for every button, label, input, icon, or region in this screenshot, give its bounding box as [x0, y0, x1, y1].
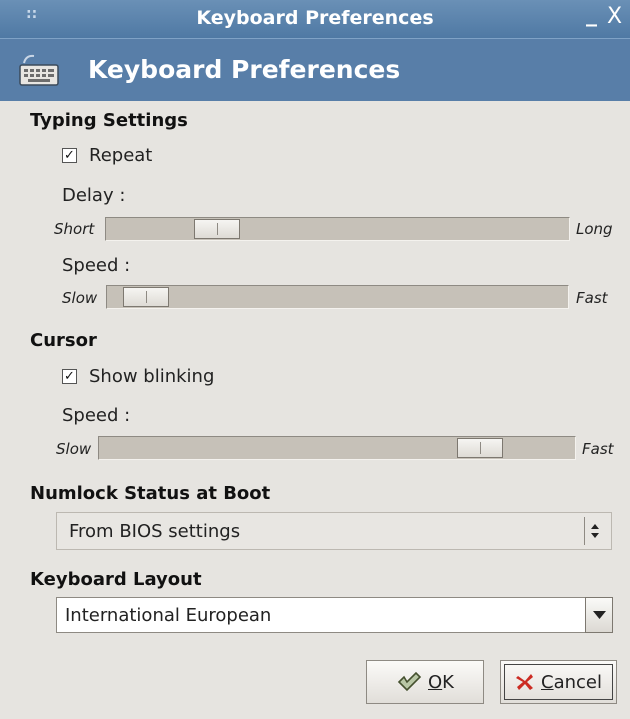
numlock-selected-value: From BIOS settings	[69, 521, 241, 542]
keyboard-layout-dropdown-button[interactable]	[585, 597, 613, 633]
minimize-button[interactable]: _	[586, 2, 597, 27]
dialog-header: Keyboard Preferences	[0, 38, 630, 101]
typing-speed-slider[interactable]	[106, 285, 569, 309]
delay-slider-thumb[interactable]	[194, 219, 240, 239]
titlebar[interactable]: :: Keyboard Preferences _ X	[0, 0, 630, 38]
ok-label: OK	[428, 671, 454, 693]
delay-max-label: Long	[576, 220, 613, 238]
repeat-checkbox-row[interactable]: ✓ Repeat	[62, 145, 152, 166]
ok-button[interactable]: OK	[366, 660, 484, 704]
cursor-speed-slider-thumb[interactable]	[457, 438, 503, 458]
numlock-select[interactable]: From BIOS settings	[56, 512, 612, 550]
blink-checkbox-row[interactable]: ✓ Show blinking	[62, 366, 214, 387]
cursor-speed-label: Speed :	[62, 405, 131, 426]
repeat-label: Repeat	[89, 145, 153, 166]
x-icon	[515, 672, 535, 692]
window-title: Keyboard Preferences	[196, 7, 434, 29]
cursor-speed-slider[interactable]	[98, 436, 576, 460]
typing-speed-max-label: Fast	[576, 289, 608, 307]
typing-speed-slider-thumb[interactable]	[123, 287, 169, 307]
cursor-speed-max-label: Fast	[582, 440, 614, 458]
keyboard-layout-field[interactable]: International European	[56, 597, 586, 633]
cursor-heading: Cursor	[30, 330, 97, 351]
delay-min-label: Short	[54, 220, 95, 238]
keyboard-preferences-window: :: Keyboard Preferences _ X Keyboard Pre…	[0, 0, 630, 719]
checkmark-icon	[396, 670, 422, 694]
keyboard-icon	[19, 54, 59, 86]
header-title: Keyboard Preferences	[88, 55, 401, 84]
keyboard-layout-value: International European	[65, 605, 272, 626]
cancel-button[interactable]: Cancel	[500, 660, 617, 704]
show-blinking-label: Show blinking	[89, 366, 215, 387]
cancel-label: Cancel	[541, 671, 602, 693]
typing-speed-label: Speed :	[62, 255, 131, 276]
keyboard-layout-heading: Keyboard Layout	[30, 569, 202, 590]
chevron-down-icon	[593, 611, 606, 619]
show-blinking-checkbox[interactable]: ✓	[62, 369, 77, 384]
cursor-speed-min-label: Slow	[56, 440, 92, 458]
numlock-heading: Numlock Status at Boot	[30, 483, 271, 504]
close-button[interactable]: X	[607, 4, 622, 29]
typing-settings-heading: Typing Settings	[30, 110, 188, 131]
numlock-spin-icon[interactable]	[584, 517, 605, 545]
repeat-checkbox[interactable]: ✓	[62, 148, 77, 163]
delay-label: Delay :	[62, 185, 126, 206]
delay-slider[interactable]	[105, 217, 570, 241]
typing-speed-min-label: Slow	[62, 289, 98, 307]
